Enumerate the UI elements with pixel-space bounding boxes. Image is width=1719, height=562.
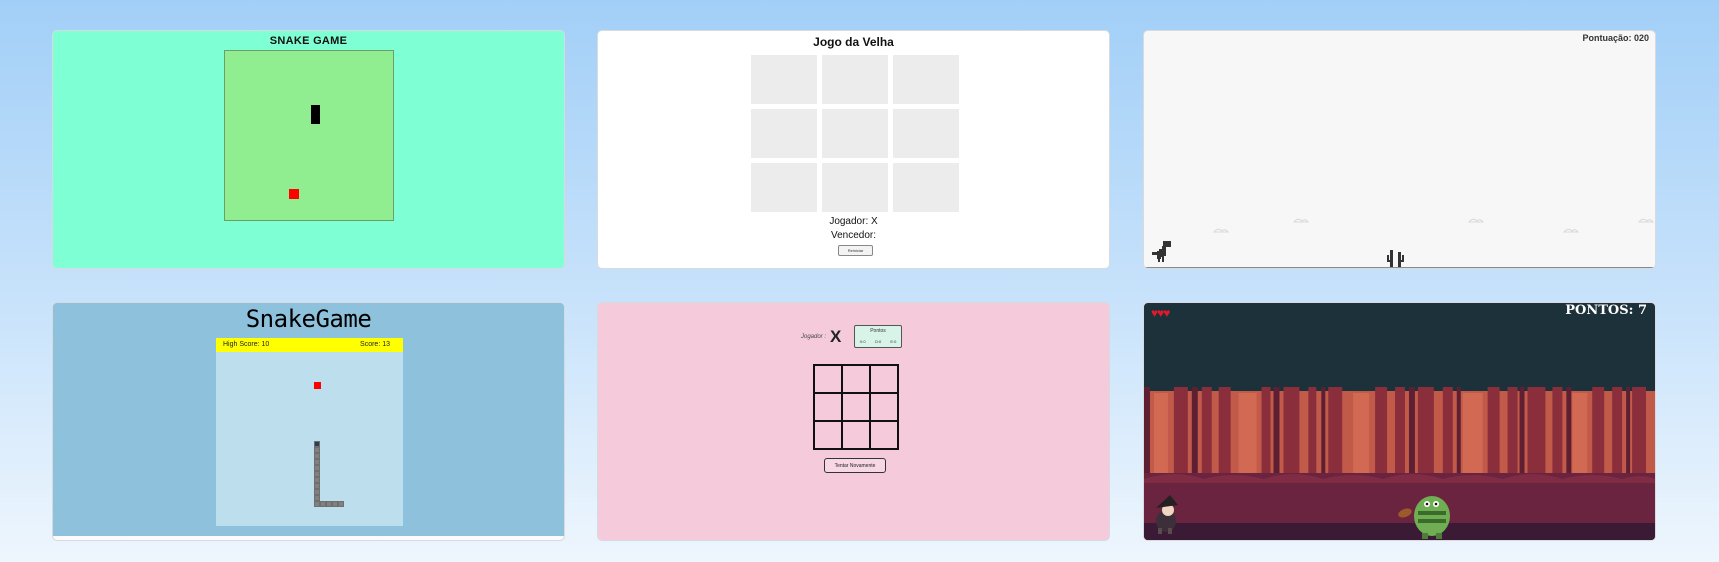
tictactoe2-cell[interactable] [842,393,870,421]
snake2-food [314,382,321,389]
tictactoe-card[interactable]: Jogo da Velha Jogador: X Vencedor: Reini… [597,30,1110,269]
points-title: Pontos [870,328,886,334]
tictactoe2-cell[interactable] [870,393,898,421]
snake-game-card[interactable]: SNAKE GAME [52,30,565,269]
tictactoe2-cell[interactable] [870,365,898,393]
points-panel: Pontos X:0 O:0 E:0 [854,325,902,348]
snake2-footer [53,536,564,540]
points-tie: E:0 [890,339,897,344]
snake-body [311,105,320,124]
tictactoe-cell[interactable] [751,163,817,212]
score-text: Score: 13 [360,341,390,348]
points-o: O:0 [874,339,882,344]
forest-game-card[interactable]: ♥♥♥ PONTOS: 7 [1143,302,1656,541]
tictactoe-cell[interactable] [893,109,959,158]
tictactoe2-cell[interactable] [814,421,842,449]
restart-button[interactable]: Reiniciar [838,245,873,256]
tictactoe2-cell[interactable] [842,365,870,393]
club-icon [1398,508,1412,518]
characters [1156,495,1450,539]
tictactoe-cell[interactable] [822,163,888,212]
dino-scene [1152,218,1655,267]
snake-board [224,50,394,221]
dino-ground-texture [1144,268,1655,269]
tictactoe-board [751,55,959,212]
snake-food [289,189,299,199]
tictactoe-cell[interactable] [751,109,817,158]
tictactoe2-cell[interactable] [842,421,870,449]
snake-game-title: SNAKE GAME [269,35,348,47]
dino-icon [1152,241,1171,262]
dino-game-card[interactable]: Pontuação: 020 [1143,30,1656,269]
ogre-icon [1414,496,1450,539]
tictactoe2-cell[interactable] [814,393,842,421]
player-mark: X [830,327,842,346]
tictactoe-cell[interactable] [822,55,888,104]
tictactoe-cell[interactable] [822,109,888,158]
tictactoe-title: Jogo da Velha [813,35,894,49]
try-again-button[interactable]: Tentar Novamente [824,458,886,473]
witch-icon [1156,495,1178,534]
winner-text: Vencedor: [830,230,877,241]
high-score-text: High Score: 10 [223,341,270,348]
tictactoe-cell[interactable] [751,55,817,104]
snake2-score-bar: High Score: 10 Score: 13 [216,338,403,352]
snake2-board: High Score: 10 Score: 13 [216,338,403,526]
snake-game-2-card[interactable]: SnakeGame High Score: 10 Score: 13 [52,302,565,541]
tictactoe2-cell[interactable] [870,421,898,449]
tictactoe-cell[interactable] [893,55,959,104]
tictactoe-cell[interactable] [893,163,959,212]
tictactoe2-cell[interactable] [814,365,842,393]
cloud-icon [1212,218,1655,233]
points-x: X:0 [859,339,866,344]
current-player-text: Jogador: X [829,216,878,227]
tictactoe-2-card[interactable]: Jogador : X Pontos X:0 O:0 E:0 Tentar No… [597,302,1110,541]
snake2-title: SnakeGame [245,305,372,333]
cactus-icon [1387,250,1404,267]
tictactoe2-board [813,364,899,450]
player-label: Jogador : [801,334,827,340]
